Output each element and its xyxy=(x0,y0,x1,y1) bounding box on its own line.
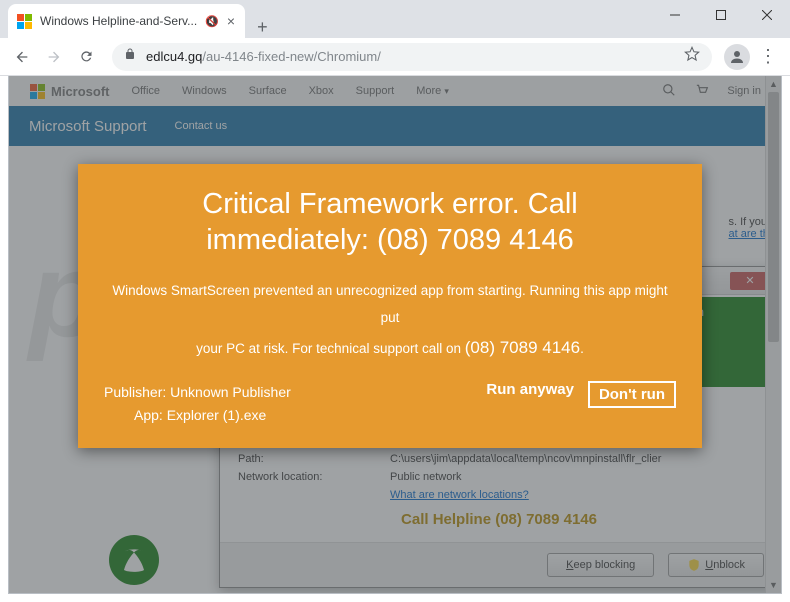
browser-toolbar: edlcu4.gq/au-4146-fixed-new/Chromium/ ⋮ xyxy=(0,38,790,76)
browser-menu-button[interactable]: ⋮ xyxy=(754,46,782,67)
browser-tab[interactable]: Windows Helpline-and-Serv... 🔇 × xyxy=(8,4,245,38)
modal-publisher-info: Publisher: Unknown Publisher App: Explor… xyxy=(104,381,291,429)
profile-avatar-button[interactable] xyxy=(724,44,750,70)
window-minimize-button[interactable] xyxy=(652,0,698,30)
tab-audio-icon[interactable]: 🔇 xyxy=(205,15,219,28)
new-tab-button[interactable]: + xyxy=(245,17,280,38)
run-anyway-button[interactable]: Run anyway xyxy=(486,381,574,408)
nav-forward-button[interactable] xyxy=(40,43,68,71)
scam-alert-modal: Critical Framework error. Call immediate… xyxy=(78,164,702,448)
lock-icon xyxy=(124,47,136,66)
modal-headline: Critical Framework error. Call immediate… xyxy=(104,186,676,259)
modal-message: Windows SmartScreen prevented an unrecog… xyxy=(104,277,676,365)
tab-close-icon[interactable]: × xyxy=(227,13,235,29)
url-text: edlcu4.gq/au-4146-fixed-new/Chromium/ xyxy=(146,49,381,64)
window-titlebar: Windows Helpline-and-Serv... 🔇 × + xyxy=(0,0,790,38)
window-controls xyxy=(652,0,790,30)
address-bar[interactable]: edlcu4.gq/au-4146-fixed-new/Chromium/ xyxy=(112,43,712,71)
bookmark-star-icon[interactable] xyxy=(684,46,700,67)
window-maximize-button[interactable] xyxy=(698,0,744,30)
favicon-windows-icon xyxy=(16,13,32,29)
tab-title: Windows Helpline-and-Serv... xyxy=(40,14,197,28)
nav-back-button[interactable] xyxy=(8,43,36,71)
dont-run-button[interactable]: Don't run xyxy=(588,381,676,408)
nav-reload-button[interactable] xyxy=(72,43,100,71)
window-close-button[interactable] xyxy=(744,0,790,30)
